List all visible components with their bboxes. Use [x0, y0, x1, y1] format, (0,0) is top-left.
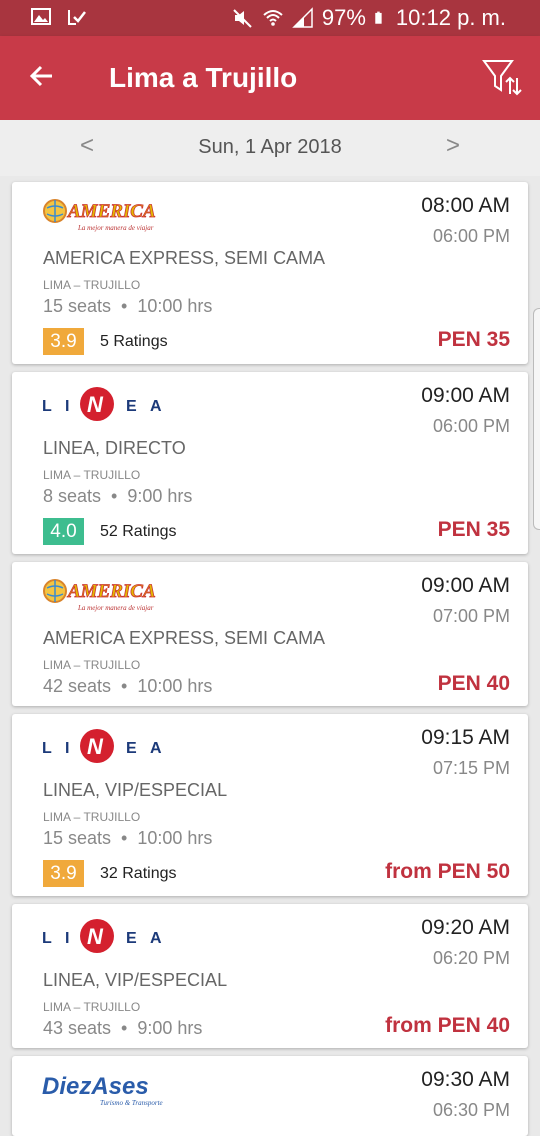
svg-text:A: A [150, 398, 162, 415]
rating-badge: 3.9 [43, 860, 84, 887]
trip-duration: 9:00 hrs [137, 1018, 203, 1038]
trip-card[interactable]: L I N E A 09:15 AM 07:15 PM LINEA, VIP/E… [12, 714, 528, 896]
arrival-time: 06:30 PM [432, 1100, 510, 1120]
linea-logo: L I N E A [42, 729, 162, 763]
trip-card[interactable]: AMERICA La mejor manera de viajar 09:00 … [12, 562, 528, 706]
status-bar: 97% 10:12 p. m. [0, 0, 540, 36]
svg-text:I: I [65, 930, 69, 947]
seats-duration: 15 seats • 10:00 hrs [43, 296, 213, 316]
trip-card[interactable]: L I N E A 09:00 AM 06:00 PM LINEA, DIREC… [12, 372, 528, 554]
trip-card[interactable]: L I N E A 09:20 AM 06:20 PM LINEA, VIP/E… [12, 904, 528, 1048]
arrival-time: 07:00 PM [432, 606, 510, 626]
gallery-icon [31, 8, 51, 25]
trip-price: PEN 40 [437, 672, 510, 695]
seats-available: 43 seats [43, 1018, 112, 1038]
trip-card[interactable]: AMERICA La mejor manera de viajar 08:00 … [12, 182, 528, 364]
diezases-logo: DiezAses Turismo & Transporte [42, 1073, 163, 1107]
seats-available: 15 seats [43, 296, 112, 316]
departure-time: 09:20 AM [421, 916, 510, 939]
svg-text:E: E [126, 398, 137, 415]
operator-name: LINEA, VIP/ESPECIAL [43, 780, 228, 800]
seats-duration: 8 seats • 9:00 hrs [43, 486, 193, 506]
seats-duration: 42 seats • 10:00 hrs [43, 676, 213, 696]
rating-badge: 3.9 [43, 328, 84, 355]
logo-tagline: La mejor manera de viajar [77, 224, 154, 232]
operator-name: AMERICA EXPRESS, SEMI CAMA [43, 628, 326, 648]
ratings-count: 32 Ratings [100, 865, 177, 882]
trip-duration: 9:00 hrs [127, 486, 193, 506]
linea-logo: L I N E A [42, 919, 162, 953]
trip-price: PEN 35 [437, 328, 510, 351]
america-express-logo: AMERICA La mejor manera de viajar [43, 579, 156, 612]
linea-logo: L I N E A [42, 387, 162, 421]
svg-text:L: L [42, 398, 52, 415]
route-label: LIMA – TRUJILLO [43, 658, 141, 672]
svg-text:I: I [65, 398, 69, 415]
svg-text:A: A [150, 930, 162, 947]
seats-available: 8 seats [43, 486, 102, 506]
arrival-time: 06:00 PM [432, 226, 510, 246]
logo-text: AMERICA [67, 581, 156, 602]
svg-text:A: A [150, 740, 162, 757]
departure-time: 08:00 AM [421, 194, 510, 217]
route-label: LIMA – TRUJILLO [43, 1000, 141, 1014]
mute-icon [233, 9, 252, 28]
logo-text: AMERICA [67, 201, 156, 222]
svg-text:N: N [87, 734, 104, 759]
seats-duration: 15 seats • 10:00 hrs [43, 828, 213, 848]
departure-time: 09:15 AM [421, 726, 510, 749]
svg-text:E: E [126, 930, 137, 947]
svg-text:L: L [42, 740, 52, 757]
svg-text:I: I [65, 740, 69, 757]
seats-duration: 43 seats • 9:00 hrs [43, 1018, 203, 1038]
svg-text:N: N [87, 392, 104, 417]
svg-text:L: L [42, 930, 52, 947]
ratings-count: 5 Ratings [100, 333, 168, 350]
logo-tagline: Turismo & Transporte [100, 1099, 163, 1107]
arrival-time: 06:20 PM [432, 948, 510, 968]
seats-available: 15 seats [43, 828, 112, 848]
departure-time: 09:00 AM [421, 574, 510, 597]
operator-name: LINEA, VIP/ESPECIAL [43, 970, 228, 990]
trip-card[interactable]: DiezAses Turismo & Transporte 09:30 AM 0… [12, 1056, 528, 1136]
arrival-time: 06:00 PM [432, 416, 510, 436]
rating-badge: 4.0 [43, 518, 84, 545]
route-label: LIMA – TRUJILLO [43, 810, 141, 824]
battery-percent: 97% [321, 5, 366, 30]
ratings-count: 52 Ratings [100, 523, 177, 540]
side-drawer-handle[interactable] [533, 308, 540, 530]
svg-text:E: E [126, 740, 137, 757]
trip-price: PEN 35 [437, 518, 510, 541]
next-day-button[interactable]: > [446, 132, 460, 160]
departure-time: 09:00 AM [421, 384, 510, 407]
route-label: LIMA – TRUJILLO [43, 468, 141, 482]
filter-sort-icon[interactable] [482, 58, 522, 98]
back-arrow-icon[interactable] [28, 60, 60, 92]
departure-time: 09:30 AM [421, 1068, 510, 1091]
operator-name: AMERICA EXPRESS, SEMI CAMA [43, 248, 326, 268]
svg-text:N: N [87, 924, 104, 949]
trip-duration: 10:00 hrs [137, 296, 213, 316]
wifi-icon [263, 10, 283, 26]
signal-icon [292, 7, 313, 28]
trip-duration: 10:00 hrs [137, 828, 213, 848]
battery-icon [375, 11, 382, 24]
route-label: LIMA – TRUJILLO [43, 278, 141, 292]
logo-tagline: La mejor manera de viajar [77, 604, 154, 612]
task-check-icon [68, 10, 86, 25]
operator-name: LINEA, DIRECTO [43, 438, 186, 458]
trip-price: from PEN 50 [385, 860, 510, 883]
trip-price: from PEN 40 [385, 1014, 510, 1037]
america-express-logo: AMERICA La mejor manera de viajar [43, 199, 156, 232]
page-title: Lima a Trujillo [109, 62, 298, 93]
app-bar: Lima a Trujillo [0, 36, 540, 120]
logo-text: DiezAses [42, 1073, 149, 1100]
trip-duration: 10:00 hrs [137, 676, 213, 696]
clock: 10:12 p. m. [395, 5, 506, 30]
seats-available: 42 seats [43, 676, 112, 696]
date-navigator: < Sun, 1 Apr 2018 > [0, 120, 540, 176]
arrival-time: 07:15 PM [432, 758, 510, 778]
